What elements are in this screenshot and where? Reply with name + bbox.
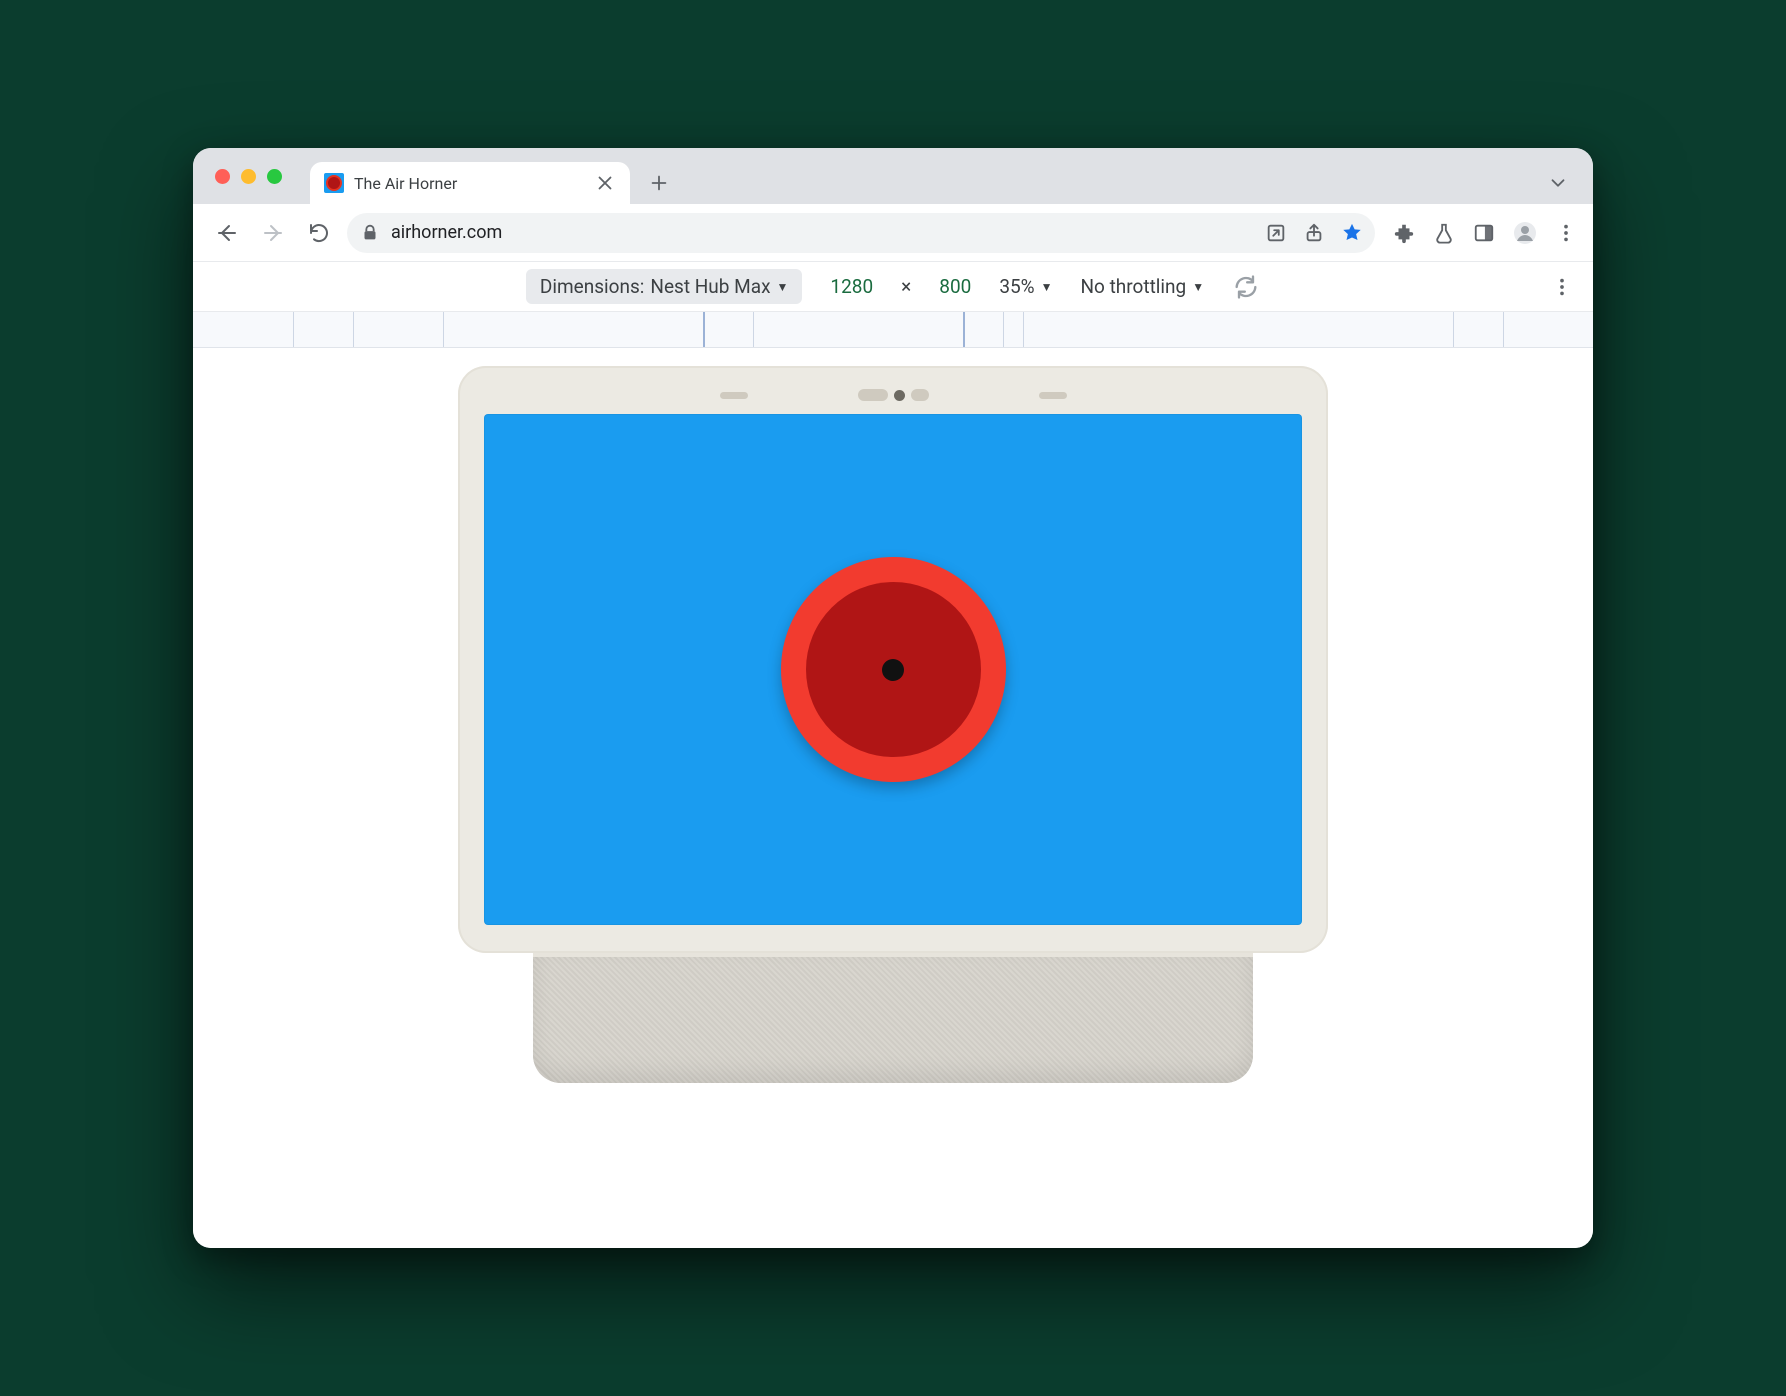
caret-down-icon: ▼ [777,280,789,294]
caret-down-icon: ▼ [1192,280,1204,294]
sidepanel-icon[interactable] [1473,222,1495,244]
tab-favicon [324,173,344,193]
browser-window: The Air Horner airhorner.com [193,148,1593,1248]
toolbar: airhorner.com [193,204,1593,262]
camera-hole [894,390,905,401]
chrome-menu-button[interactable] [1555,222,1577,244]
emulated-viewport [193,348,1593,1248]
tab-search-button[interactable] [1537,172,1579,194]
rotate-icon [1232,273,1260,301]
sensor-pill [858,389,888,401]
window-close-button[interactable] [215,169,230,184]
ruler-tick [753,312,754,347]
dimensions-label-prefix: Dimensions: [540,275,644,298]
lock-icon [359,222,381,244]
throttling-value: No throttling [1080,275,1186,298]
ruler-tick [1503,312,1504,347]
window-minimize-button[interactable] [241,169,256,184]
close-icon [594,172,616,194]
url-text: airhorner.com [391,222,1255,243]
arrow-right-icon [261,221,285,245]
kebab-icon [1551,276,1573,298]
forward-button[interactable] [255,215,291,251]
airhorn-button[interactable] [781,557,1006,782]
ruler-tick [703,312,705,347]
device-sensors [484,386,1302,404]
device-height-input[interactable]: 800 [939,275,971,298]
dimension-separator: × [901,275,911,298]
zoom-value: 35% [999,275,1034,298]
device-toolbar-menu[interactable] [1551,276,1573,298]
labs-icon[interactable] [1433,222,1455,244]
back-button[interactable] [209,215,245,251]
airhorn-inner [806,582,981,757]
tab-title: The Air Horner [354,174,584,193]
ruler-tick [353,312,354,347]
device-toolbar: Dimensions: Nest Hub Max ▼ 1280 × 800 35… [193,262,1593,312]
device-selector[interactable]: Dimensions: Nest Hub Max ▼ [526,269,803,304]
caret-down-icon: ▼ [1041,280,1053,294]
ruler-tick [963,312,965,347]
device-name: Nest Hub Max [650,275,770,298]
address-bar[interactable]: airhorner.com [347,213,1375,253]
ruler-tick [1023,312,1024,347]
device-base [533,953,1253,1083]
toolbar-actions [1385,221,1577,245]
device-bezel [458,366,1328,953]
speaker-slit [720,392,748,399]
chevron-down-icon [1547,172,1569,194]
kebab-icon [1555,222,1577,244]
plus-icon [648,172,670,194]
ruler-tick [1003,312,1004,347]
open-external-icon[interactable] [1265,222,1287,244]
window-zoom-button[interactable] [267,169,282,184]
rotate-button[interactable] [1232,273,1260,301]
profile-avatar[interactable] [1513,221,1537,245]
window-controls [215,148,310,204]
ruler-tick [1453,312,1454,347]
browser-tab[interactable]: The Air Horner [310,162,630,204]
new-tab-button[interactable] [642,166,676,200]
camera-cluster [858,389,929,401]
tab-close-button[interactable] [594,172,616,194]
device-width-input[interactable]: 1280 [830,275,873,298]
share-icon[interactable] [1303,222,1325,244]
emulated-screen[interactable] [484,414,1302,925]
tab-strip: The Air Horner [193,148,1593,204]
ruler-tick [293,312,294,347]
speaker-slit [1039,392,1067,399]
extensions-icon[interactable] [1393,222,1415,244]
reload-button[interactable] [301,215,337,251]
ruler-tick [443,312,444,347]
sensor-pill [911,389,929,401]
throttling-selector[interactable]: No throttling ▼ [1080,275,1204,298]
arrow-left-icon [215,221,239,245]
zoom-selector[interactable]: 35% ▼ [999,275,1052,298]
reload-icon [307,221,331,245]
device-frame [458,366,1328,1083]
airhorn-center-dot [882,659,904,681]
media-query-ruler[interactable] [193,312,1593,348]
bookmark-star-icon[interactable] [1341,222,1363,244]
